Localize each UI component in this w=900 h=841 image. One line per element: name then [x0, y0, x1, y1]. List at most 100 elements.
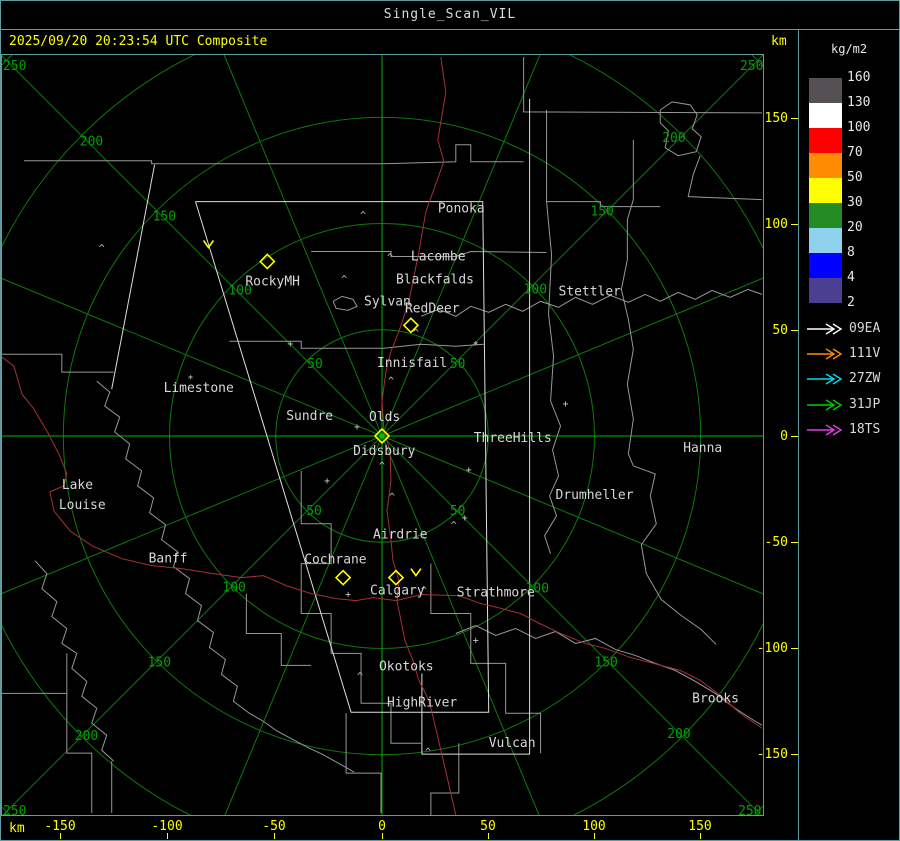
colorbar-swatch — [809, 228, 842, 253]
county-boundary-line — [620, 139, 634, 467]
bottom-axis-tick — [274, 833, 275, 839]
city-label: Louise — [59, 498, 106, 513]
site-id-label: 18TS — [849, 421, 881, 437]
colorbar-swatch — [809, 78, 842, 103]
city-label: Brooks — [692, 691, 739, 706]
radar-center-dot — [379, 433, 385, 439]
site-id-label: 31JP — [849, 396, 881, 412]
county-boundary-line — [523, 56, 763, 114]
site-id-label: 09EA — [849, 321, 881, 336]
city-label: ThreeHills — [474, 431, 552, 446]
bottom-axis-label: -150 — [44, 819, 76, 834]
city-label: Blackfalds — [396, 272, 474, 287]
right-axis-tick — [791, 542, 798, 543]
town-marker: + — [345, 590, 351, 601]
city-label: RedDeer — [405, 301, 460, 316]
city-label: Stettler — [559, 284, 622, 299]
city-label: Hanna — [683, 441, 722, 456]
county-boundary-line — [345, 713, 382, 814]
city-label: Okotoks — [379, 659, 434, 674]
bottom-axis-unit: km — [9, 821, 25, 836]
colorbar-value: 160 — [847, 70, 871, 85]
county-boundary-line — [383, 144, 524, 165]
colorbar-swatch — [809, 253, 842, 278]
bottom-axis-tick — [382, 833, 383, 839]
city-label: Calgary — [370, 584, 425, 599]
right-axis-label: 100 — [764, 217, 788, 232]
range-ring-label: 250 — [738, 804, 761, 816]
range-ring-label: 200 — [80, 135, 103, 150]
town-marker: ^ — [341, 274, 347, 285]
city-label: Lacombe — [411, 249, 466, 264]
town-marker: ^ — [357, 671, 363, 682]
city-label: Didsbury — [353, 444, 416, 459]
scan-timestamp: 2025/09/20 20:23:54 UTC Composite — [9, 34, 268, 49]
range-ring-label: 150 — [148, 655, 171, 670]
town-marker: + — [462, 513, 468, 524]
colorbar-swatch — [809, 203, 842, 228]
site-id-label: 27ZW — [849, 371, 881, 387]
radar-map-canvas[interactable]: 50 5050 50100 100100 100150 150150 150200 20020… — [1, 54, 764, 816]
city-label: Airdrie — [373, 528, 428, 543]
radial-line — [381, 435, 763, 595]
site-arrow-icon — [807, 348, 843, 360]
city-label: Strathmore — [457, 586, 535, 601]
colorbar-swatch — [809, 178, 842, 203]
right-axis-label: -150 — [756, 747, 788, 762]
range-ring-label: 150 — [594, 655, 617, 670]
city-label: HighRiver — [387, 695, 457, 710]
town-marker: ^ — [379, 461, 385, 472]
bottom-axis-tick — [167, 833, 168, 839]
city-label: Ponoka — [438, 202, 485, 217]
town-marker: + — [563, 399, 569, 410]
site-arrow-icon — [807, 323, 843, 335]
bottom-axis-label: 150 — [688, 819, 712, 834]
county-boundary-line — [659, 101, 702, 157]
range-ring-label: 250 — [740, 59, 763, 74]
site-arrow-icon — [807, 373, 843, 385]
right-axis-label: -50 — [764, 535, 788, 550]
site-arrow-icon — [807, 399, 843, 411]
county-boundary-line — [687, 155, 763, 201]
colorbar-unit-label: kg/m2 — [831, 42, 868, 56]
bottom-axis-label: 0 — [378, 819, 386, 834]
range-ring-label: 50 — [450, 357, 466, 372]
city-label: Sundre — [286, 409, 333, 424]
range-ring-label: 150 — [590, 205, 613, 220]
town-marker: ^ — [360, 211, 366, 222]
site-legend-row: 18TS — [807, 423, 899, 437]
colorbar-value: 50 — [847, 170, 863, 185]
right-axis-label: 50 — [772, 323, 788, 338]
colorbar-swatch — [809, 128, 842, 153]
colorbar-swatch — [809, 278, 842, 303]
colorbar-value: 20 — [847, 220, 863, 235]
site-id-label: 111V — [849, 346, 881, 362]
colorbar-value: 130 — [847, 95, 871, 110]
colorbar-value: 30 — [847, 195, 863, 210]
county-boundary-line — [455, 624, 763, 726]
town-marker: + — [354, 422, 360, 433]
radar-site-marker — [259, 253, 276, 270]
city-label: Vulcan — [489, 736, 536, 751]
right-axis-label: 150 — [764, 111, 788, 126]
county-boundary-line — [229, 340, 484, 349]
range-ring-label: 100 — [524, 282, 547, 297]
colorbar-swatch — [809, 153, 842, 178]
county-boundary-line — [544, 400, 562, 554]
radial-line — [381, 55, 763, 437]
city-label: Limestone — [164, 381, 234, 396]
radial-line — [381, 55, 541, 437]
city-label: RockyMH — [245, 274, 300, 289]
right-axis-tick — [791, 754, 798, 755]
county-boundary-line — [546, 109, 555, 402]
town-marker: * — [473, 340, 479, 351]
bottom-axis-label: -100 — [151, 819, 183, 834]
town-marker: ^ — [451, 521, 457, 532]
site-legend-row: 111V — [807, 347, 899, 361]
range-ring-label: 50 — [306, 504, 322, 519]
city-label: Innisfail — [377, 356, 447, 371]
town-marker: ^ — [99, 243, 105, 254]
right-axis-tick — [791, 330, 798, 331]
app-window: Single_Scan_VIL 2025/09/20 20:23:54 UTC … — [0, 0, 900, 841]
colorbar-swatch — [809, 103, 842, 128]
